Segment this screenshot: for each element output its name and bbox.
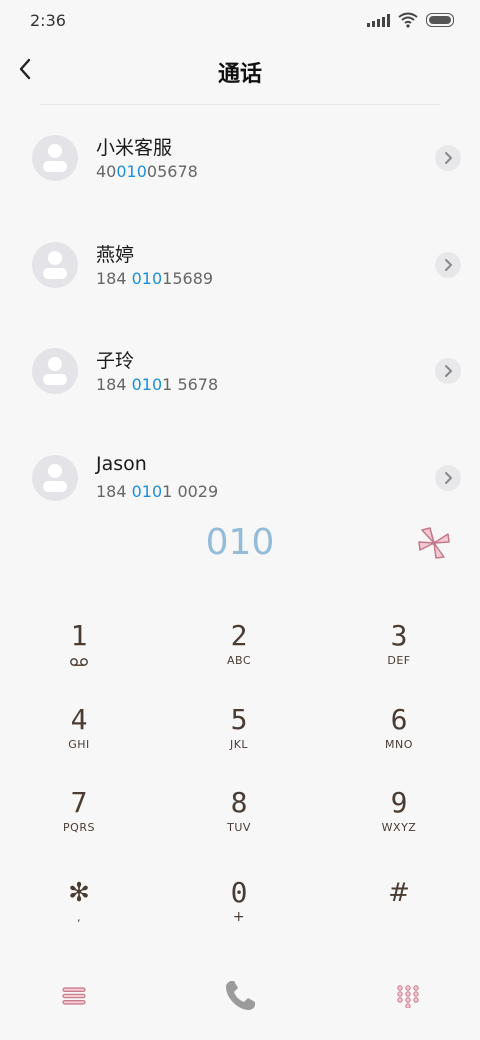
phone-icon [226,981,255,1010]
contact-number: 4001005678 [96,162,198,181]
call-button[interactable] [218,974,262,1018]
contact-name: Jason [96,453,147,475]
avatar [32,348,78,394]
status-bar: 2:36 [0,0,480,42]
key-5[interactable]: 5 JKL [179,704,299,774]
chevron-right-icon [445,365,453,377]
battery-icon [426,13,454,27]
page-title: 通话 [217,62,262,87]
menu-button[interactable] [52,974,96,1018]
avatar [32,135,78,181]
avatar [32,455,78,501]
contact-number: 184 0101 0029 [96,482,219,501]
pinwheel-icon [418,527,450,559]
contact-detail-button[interactable] [435,145,461,171]
key-hash[interactable]: # [339,877,459,947]
contact-detail-button[interactable] [435,358,461,384]
key-7[interactable]: 7 PQRS [19,787,139,857]
contact-item[interactable]: 燕婷 184 01015689 [0,242,480,312]
voicemail-icon [70,658,88,666]
key-3[interactable]: 3 DEF [339,620,459,690]
header-divider [40,104,440,105]
header: 通话 [0,44,480,100]
contact-number: 184 0101 5678 [96,375,219,394]
key-2[interactable]: 2 ABC [179,620,299,690]
chevron-right-icon [445,259,453,271]
key-0[interactable]: 0 + [179,877,299,947]
avatar [32,242,78,288]
wifi-icon [398,12,418,28]
key-1[interactable]: 1 [19,620,139,690]
status-icons [367,12,454,28]
dialpad-toggle-button[interactable] [386,974,430,1018]
key-6[interactable]: 6 MNO [339,704,459,774]
contact-detail-button[interactable] [435,465,461,491]
contact-name: 子玲 [96,350,135,372]
key-8[interactable]: 8 TUV [179,787,299,857]
contact-detail-button[interactable] [435,252,461,278]
signal-icon [367,13,390,27]
key-4[interactable]: 4 GHI [19,704,139,774]
contact-number: 184 01015689 [96,269,214,288]
key-star[interactable]: ✻ , [19,877,139,947]
contact-item[interactable]: Jason 184 0101 0029 [0,453,480,525]
contact-name: 燕婷 [96,244,135,266]
contact-name: 小米客服 [96,137,173,159]
menu-icon [62,987,86,1005]
dial-input-display: 010 [205,522,275,563]
key-9[interactable]: 9 WXYZ [339,787,459,857]
chevron-right-icon [445,152,453,164]
chevron-right-icon [445,472,453,484]
contact-item[interactable]: 子玲 184 0101 5678 [0,348,480,418]
dialpad-icon [397,985,419,1008]
status-time: 2:36 [30,11,66,30]
clear-button[interactable] [414,524,454,562]
contact-item[interactable]: 小米客服 4001005678 [0,135,480,205]
